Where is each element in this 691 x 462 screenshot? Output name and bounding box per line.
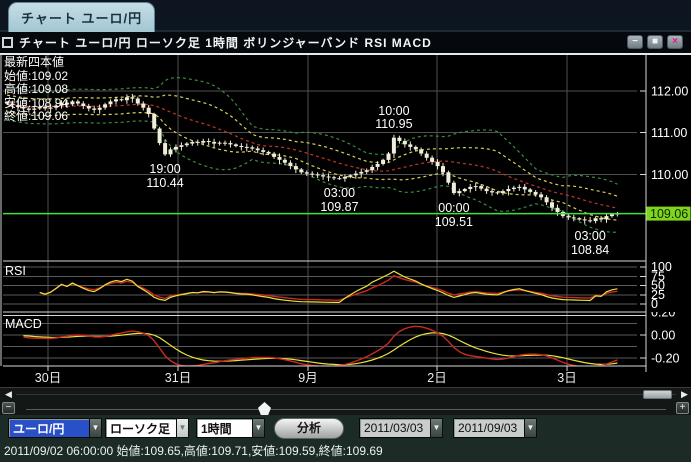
panel-borders — [0, 54, 691, 388]
ohlc-low: 安値:108.94 — [4, 97, 68, 111]
window-title-bar: チャート ユーロ/円 ローソク足 1時間 ボリンジャーバンド RSI MACD … — [0, 32, 691, 54]
y-axis-labels: 112.00111.00110.0010075502500.200.00-0.2… — [651, 85, 688, 366]
candlestick-chart-svg: 19:00110.4403:00109.8710:00110.9500:0010… — [0, 54, 691, 388]
latest-ohlc-panel: 最新四本値始値:109.02高値:109.08安値:108.94終値:109.0… — [4, 56, 68, 151]
window-title: チャート ユーロ/円 ローソク足 1時間 ボリンジャーバンド RSI MACD — [19, 34, 432, 51]
ohlc-open: 始値:109.02 — [4, 70, 68, 84]
chart-type-dropdown-icon[interactable]: ▼ — [176, 418, 189, 438]
svg-text:2日: 2日 — [427, 371, 446, 385]
window-menu-icon[interactable] — [2, 37, 13, 48]
zoom-slider-thumb[interactable] — [258, 402, 271, 415]
interval-select[interactable]: 1時間 — [196, 418, 252, 438]
currency-pair-select[interactable]: ユーロ/円 — [8, 418, 89, 438]
svg-text:-0.20: -0.20 — [651, 352, 680, 366]
end-date-select[interactable]: 2011/09/03 — [453, 418, 524, 438]
zoom-slider-track[interactable] — [26, 409, 666, 410]
svg-text:0: 0 — [651, 297, 658, 311]
svg-text:30日: 30日 — [35, 371, 61, 385]
scrollbar-thumb[interactable] — [643, 390, 672, 399]
horizontal-scrollbar[interactable]: ◀ ▶ — [0, 388, 691, 401]
svg-text:109.06: 109.06 — [650, 207, 688, 221]
ohlc-high: 高値:109.08 — [4, 83, 68, 97]
scrollbar-track[interactable] — [16, 394, 676, 395]
ohlc-close: 終値:109.06 — [4, 110, 68, 124]
close-button[interactable]: × — [667, 35, 683, 49]
chart-type-select[interactable]: ローソク足 — [105, 418, 176, 438]
svg-text:00:00: 00:00 — [438, 201, 469, 215]
tab-chart-eurjpy[interactable]: チャート ユーロ/円 — [8, 2, 155, 32]
price-annotations: 19:00110.4403:00109.8710:00110.9500:0010… — [146, 104, 609, 257]
price-chart-area: 最新四本値始値:109.02高値:109.08安値:108.94終値:109.0… — [0, 54, 691, 388]
interval-dropdown-icon[interactable]: ▼ — [252, 418, 265, 438]
end-date-dropdown-icon[interactable]: ▼ — [524, 418, 537, 438]
chart-controls-bar: ユーロ/円 ▼ ローソク足 ▼ 1時間 ▼ 分析 2011/03/03 ▼ 20… — [0, 415, 691, 441]
svg-text:MACD: MACD — [5, 317, 42, 331]
chart-application-window: チャート ユーロ/円 チャート ユーロ/円 ローソク足 1時間 ボリンジャーバン… — [0, 0, 691, 462]
analyze-button[interactable]: 分析 — [274, 418, 344, 439]
scroll-left-icon[interactable]: ◀ — [3, 389, 14, 400]
maximize-button[interactable]: ■ — [647, 35, 663, 49]
bollinger-bands — [7, 78, 617, 233]
svg-text:110.44: 110.44 — [146, 176, 183, 190]
svg-text:19:00: 19:00 — [149, 162, 180, 176]
minimize-button[interactable]: − — [627, 35, 643, 49]
svg-text:10:00: 10:00 — [378, 104, 409, 118]
currency-pair-dropdown-icon[interactable]: ▼ — [89, 418, 102, 438]
svg-text:109.51: 109.51 — [435, 215, 473, 229]
start-date-dropdown-icon[interactable]: ▼ — [430, 418, 443, 438]
svg-text:9月: 9月 — [298, 371, 317, 385]
svg-text:112.00: 112.00 — [651, 85, 688, 99]
svg-text:108.84: 108.84 — [571, 243, 609, 257]
zoom-in-button[interactable]: + — [676, 402, 689, 414]
svg-text:0.00: 0.00 — [651, 329, 675, 343]
svg-text:109.87: 109.87 — [320, 200, 358, 214]
svg-text:RSI: RSI — [5, 264, 26, 278]
svg-text:03:00: 03:00 — [575, 229, 606, 243]
zoom-slider-row: − + — [0, 401, 691, 415]
candles — [5, 94, 619, 224]
svg-text:110.95: 110.95 — [375, 117, 412, 131]
scroll-right-icon[interactable]: ▶ — [679, 389, 690, 400]
ohlc-title: 最新四本値 — [4, 56, 68, 70]
status-bar: 2011/09/02 06:00:00 始値:109.65,高値:109.71,… — [0, 441, 691, 462]
tab-bar: チャート ユーロ/円 — [0, 0, 691, 32]
svg-text:3日: 3日 — [557, 371, 576, 385]
svg-text:03:00: 03:00 — [324, 186, 355, 200]
start-date-select[interactable]: 2011/03/03 — [359, 418, 430, 438]
svg-text:111.00: 111.00 — [651, 126, 687, 140]
x-axis-labels: 30日 31日 9月 2日 3日 — [35, 371, 577, 385]
svg-text:31日: 31日 — [165, 371, 191, 385]
zoom-out-button[interactable]: − — [2, 402, 15, 414]
current-price-label: 109.06 — [647, 207, 691, 221]
svg-text:110.00: 110.00 — [651, 168, 688, 182]
